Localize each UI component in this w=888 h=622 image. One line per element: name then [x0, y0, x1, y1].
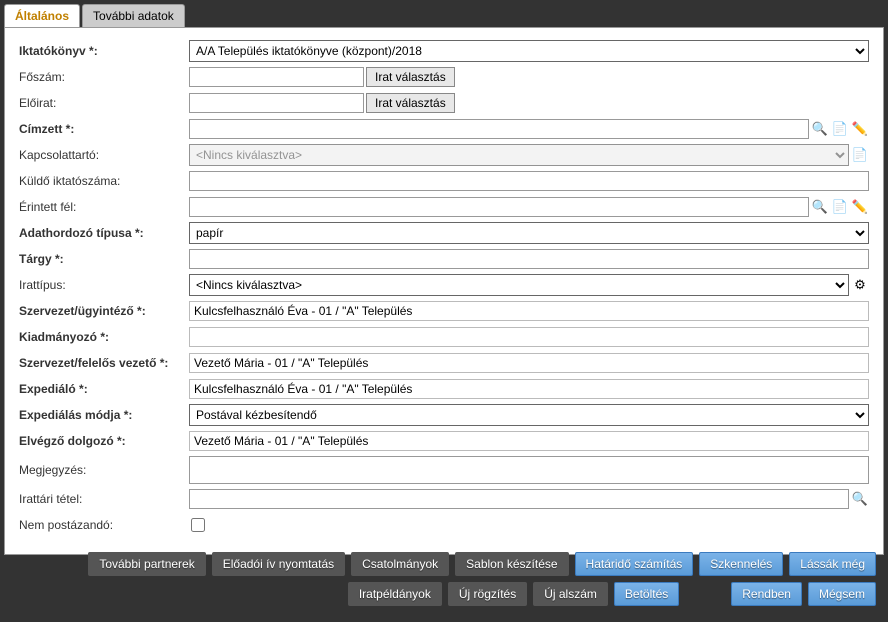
btn-rendben[interactable]: Rendben — [731, 582, 802, 606]
footer: További partnerek Előadói ív nyomtatás C… — [4, 546, 884, 618]
btn-szkenneles[interactable]: Szkennelés — [699, 552, 783, 576]
label-adathordozo: Adathordozó típusa *: — [19, 226, 189, 240]
value-expedialo[interactable]: Kulcsfelhasználó Éva - 01 / "A" Települé… — [189, 379, 869, 399]
input-foszam[interactable] — [189, 67, 364, 87]
search-icon-irattari[interactable]: 🔍 — [851, 490, 869, 508]
label-cimzett: Címzett *: — [19, 122, 189, 136]
btn-hatarido-szamitas[interactable]: Határidő számítás — [575, 552, 694, 576]
btn-eloadoi-iv[interactable]: Előadói ív nyomtatás — [212, 552, 345, 576]
edit-icon[interactable]: ✏️ — [851, 120, 869, 138]
btn-iratpeldanyok[interactable]: Iratpéldányok — [348, 582, 442, 606]
input-erintett-fel[interactable] — [189, 197, 809, 217]
label-irattipus: Irattípus: — [19, 278, 189, 292]
select-iktatokonyv[interactable]: A/A Település iktatókönyve (központ)/201… — [189, 40, 869, 62]
btn-irat-valasztas-foszam[interactable]: Irat választás — [366, 67, 455, 87]
label-elvegzo-dolgozo: Elvégző dolgozó *: — [19, 434, 189, 448]
select-adathordozo[interactable]: papír — [189, 222, 869, 244]
label-kapcsolattarto: Kapcsolattartó: — [19, 148, 189, 162]
label-kuldo-iktatoszama: Küldő iktatószáma: — [19, 174, 189, 188]
btn-uj-rogzites[interactable]: Új rögzítés — [448, 582, 527, 606]
label-kiadmanyozo: Kiadmányozó *: — [19, 330, 189, 344]
form-panel: Iktatókönyv *: A/A Település iktatókönyv… — [4, 27, 884, 555]
label-foszam: Főszám: — [19, 70, 189, 84]
select-irattipus[interactable]: <Nincs kiválasztva> — [189, 274, 849, 296]
label-szervezet-ugyintezo: Szervezet/ügyintéző *: — [19, 304, 189, 318]
value-szervezet-felelos[interactable]: Vezető Mária - 01 / "A" Település — [189, 353, 869, 373]
btn-betoltes[interactable]: Betöltés — [614, 582, 679, 606]
label-megjegyzes: Megjegyzés: — [19, 463, 189, 477]
input-targy[interactable] — [189, 249, 869, 269]
value-kiadmanyozo[interactable] — [189, 327, 869, 347]
btn-sablon-keszitese[interactable]: Sablon készítése — [455, 552, 568, 576]
label-szervezet-felelos: Szervezet/felelős vezető *: — [19, 356, 189, 370]
value-elvegzo-dolgozo[interactable]: Vezető Mária - 01 / "A" Település — [189, 431, 869, 451]
btn-tovabbi-partnerek[interactable]: További partnerek — [88, 552, 205, 576]
select-expedialas-modja[interactable]: Postával kézbesítendő — [189, 404, 869, 426]
input-eloirat[interactable] — [189, 93, 364, 113]
add-icon-erintett[interactable]: 📄 — [831, 198, 849, 216]
label-eloirat: Előirat: — [19, 96, 189, 110]
add-icon[interactable]: 📄 — [831, 120, 849, 138]
btn-csatolmanyok[interactable]: Csatolmányok — [351, 552, 449, 576]
textarea-megjegyzes[interactable] — [189, 456, 869, 484]
label-irattari-tetel: Irattári tétel: — [19, 492, 189, 506]
label-targy: Tárgy *: — [19, 252, 189, 266]
label-nem-postazando: Nem postázandó: — [19, 518, 189, 532]
input-irattari-tetel[interactable] — [189, 489, 849, 509]
btn-uj-alszam[interactable]: Új alszám — [533, 582, 608, 606]
input-kuldo-iktatoszama[interactable] — [189, 171, 869, 191]
label-expedialo: Expediáló *: — [19, 382, 189, 396]
btn-megsem[interactable]: Mégsem — [808, 582, 876, 606]
search-icon[interactable]: 🔍 — [811, 120, 829, 138]
value-szervezet-ugyintezo[interactable]: Kulcsfelhasználó Éva - 01 / "A" Települé… — [189, 301, 869, 321]
edit-icon-erintett[interactable]: ✏️ — [851, 198, 869, 216]
input-cimzett[interactable] — [189, 119, 809, 139]
add-icon-kapcsolattarto[interactable]: 📄 — [851, 146, 869, 164]
search-icon-erintett[interactable]: 🔍 — [811, 198, 829, 216]
label-expedialas-modja: Expediálás módja *: — [19, 408, 189, 422]
tab-additional[interactable]: További adatok — [82, 4, 185, 27]
select-kapcsolattarto: <Nincs kiválasztva> — [189, 144, 849, 166]
btn-irat-valasztas-eloirat[interactable]: Irat választás — [366, 93, 455, 113]
btn-lassak-meg[interactable]: Lássák még — [789, 552, 876, 576]
tab-general[interactable]: Általános — [4, 4, 80, 27]
checkbox-nem-postazando[interactable] — [191, 518, 205, 532]
label-iktatokonyv: Iktatókönyv *: — [19, 44, 189, 58]
label-erintett-fel: Érintett fél: — [19, 200, 189, 214]
config-icon-irattipus[interactable]: ⚙ — [851, 276, 869, 294]
